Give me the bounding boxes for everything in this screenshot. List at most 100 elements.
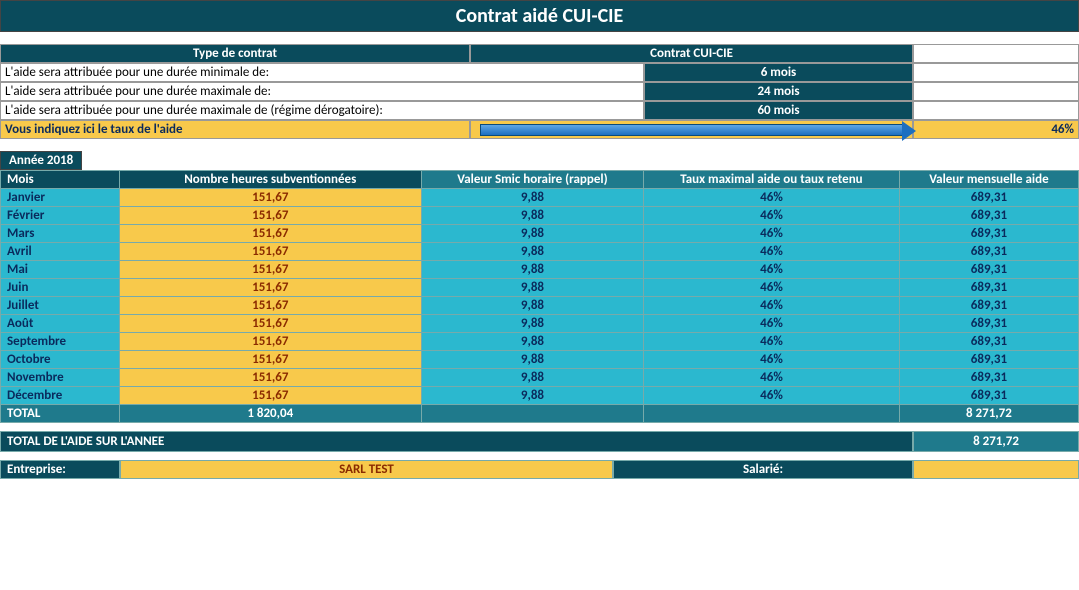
smic-cell: 9,88 bbox=[421, 297, 643, 315]
table-row: Août151,679,8846%689,31 bbox=[1, 315, 1079, 333]
month-cell: Mars bbox=[1, 225, 120, 243]
table-row: Février151,679,8846%689,31 bbox=[1, 207, 1079, 225]
year-badge: Année 2018 bbox=[0, 151, 82, 170]
smic-cell: 9,88 bbox=[421, 225, 643, 243]
table-row: Janvier151,679,8846%689,31 bbox=[1, 189, 1079, 207]
durees-section: L'aide sera attribuée pour une durée min… bbox=[0, 63, 1079, 120]
arrow-icon bbox=[470, 120, 913, 139]
total-valeur: 8 271,72 bbox=[899, 405, 1078, 423]
taux-input[interactable]: 46% bbox=[913, 120, 1079, 139]
valeur-cell: 689,31 bbox=[899, 297, 1078, 315]
heures-cell: 151,67 bbox=[119, 333, 421, 351]
heures-cell: 151,67 bbox=[119, 279, 421, 297]
col-valeur: Valeur mensuelle aide bbox=[899, 171, 1078, 189]
duree-value: 24 mois bbox=[644, 82, 913, 101]
footer-row: Entreprise: SARL TEST Salarié: bbox=[0, 460, 1079, 479]
smic-cell: 9,88 bbox=[421, 261, 643, 279]
smic-cell: 9,88 bbox=[421, 279, 643, 297]
smic-cell: 9,88 bbox=[421, 243, 643, 261]
month-cell: Janvier bbox=[1, 189, 120, 207]
col-taux: Taux maximal aide ou taux retenu bbox=[644, 171, 900, 189]
total-annee-label: TOTAL DE L'AIDE SUR L'ANNEE bbox=[0, 431, 913, 452]
table-header-row: Mois Nombre heures subventionnées Valeur… bbox=[1, 171, 1079, 189]
document-root: Contrat aidé CUI-CIE Type de contrat Con… bbox=[0, 0, 1079, 479]
taux-cell: 46% bbox=[644, 315, 900, 333]
entreprise-input[interactable]: SARL TEST bbox=[120, 460, 613, 479]
month-cell: Août bbox=[1, 315, 120, 333]
duree-row: L'aide sera attribuée pour une durée min… bbox=[0, 63, 1079, 82]
total-heures: 1 820,04 bbox=[119, 405, 421, 423]
heures-cell: 151,67 bbox=[119, 261, 421, 279]
table-row: Juin151,679,8846%689,31 bbox=[1, 279, 1079, 297]
taux-row: Vous indiquez ici le taux de l'aide 46% bbox=[0, 120, 1079, 139]
table-row: Mai151,679,8846%689,31 bbox=[1, 261, 1079, 279]
heures-cell: 151,67 bbox=[119, 315, 421, 333]
month-cell: Novembre bbox=[1, 369, 120, 387]
smic-cell: 9,88 bbox=[421, 189, 643, 207]
entreprise-label: Entreprise: bbox=[0, 460, 120, 479]
filler-cell bbox=[913, 63, 1079, 82]
salarie-label: Salarié: bbox=[613, 460, 913, 479]
total-empty bbox=[421, 405, 643, 423]
duree-value: 60 mois bbox=[644, 101, 913, 120]
smic-cell: 9,88 bbox=[421, 351, 643, 369]
taux-cell: 46% bbox=[644, 189, 900, 207]
heures-cell: 151,67 bbox=[119, 207, 421, 225]
aid-table: Mois Nombre heures subventionnées Valeur… bbox=[0, 170, 1079, 423]
duree-label: L'aide sera attribuée pour une durée min… bbox=[0, 63, 644, 82]
taux-cell: 46% bbox=[644, 297, 900, 315]
smic-cell: 9,88 bbox=[421, 315, 643, 333]
valeur-cell: 689,31 bbox=[899, 207, 1078, 225]
heures-cell: 151,67 bbox=[119, 369, 421, 387]
filler-cell bbox=[913, 101, 1079, 120]
taux-cell: 46% bbox=[644, 351, 900, 369]
taux-cell: 46% bbox=[644, 369, 900, 387]
valeur-cell: 689,31 bbox=[899, 261, 1078, 279]
col-type-contrat: Type de contrat bbox=[0, 44, 470, 63]
filler-cell bbox=[913, 82, 1079, 101]
duree-label: L'aide sera attribuée pour une durée max… bbox=[0, 82, 644, 101]
heures-cell: 151,67 bbox=[119, 297, 421, 315]
total-annee-value: 8 271,72 bbox=[913, 431, 1079, 452]
taux-cell: 46% bbox=[644, 225, 900, 243]
table-row: Octobre151,679,8846%689,31 bbox=[1, 351, 1079, 369]
salarie-input[interactable] bbox=[913, 460, 1079, 479]
col-heures: Nombre heures subventionnées bbox=[119, 171, 421, 189]
header-row: Type de contrat Contrat CUI-CIE bbox=[0, 44, 1079, 63]
month-cell: Décembre bbox=[1, 387, 120, 405]
page-title: Contrat aidé CUI-CIE bbox=[0, 0, 1079, 32]
heures-cell: 151,67 bbox=[119, 351, 421, 369]
heures-cell: 151,67 bbox=[119, 225, 421, 243]
duree-label: L'aide sera attribuée pour une durée max… bbox=[0, 101, 644, 120]
month-cell: Septembre bbox=[1, 333, 120, 351]
smic-cell: 9,88 bbox=[421, 369, 643, 387]
smic-cell: 9,88 bbox=[421, 333, 643, 351]
heures-cell: 151,67 bbox=[119, 189, 421, 207]
table-row: Novembre151,679,8846%689,31 bbox=[1, 369, 1079, 387]
filler-cell bbox=[913, 44, 1079, 63]
month-cell: Octobre bbox=[1, 351, 120, 369]
col-smic: Valeur Smic horaire (rappel) bbox=[421, 171, 643, 189]
total-row: TOTAL 1 820,04 8 271,72 bbox=[1, 405, 1079, 423]
table-row: Décembre151,679,8846%689,31 bbox=[1, 387, 1079, 405]
taux-cell: 46% bbox=[644, 261, 900, 279]
table-row: Avril151,679,8846%689,31 bbox=[1, 243, 1079, 261]
valeur-cell: 689,31 bbox=[899, 315, 1078, 333]
heures-cell: 151,67 bbox=[119, 387, 421, 405]
heures-cell: 151,67 bbox=[119, 243, 421, 261]
valeur-cell: 689,31 bbox=[899, 333, 1078, 351]
valeur-cell: 689,31 bbox=[899, 225, 1078, 243]
col-contrat: Contrat CUI-CIE bbox=[470, 44, 913, 63]
valeur-cell: 689,31 bbox=[899, 279, 1078, 297]
duree-value: 6 mois bbox=[644, 63, 913, 82]
duree-row: L'aide sera attribuée pour une durée max… bbox=[0, 82, 1079, 101]
valeur-cell: 689,31 bbox=[899, 369, 1078, 387]
month-cell: Juin bbox=[1, 279, 120, 297]
table-row: Mars151,679,8846%689,31 bbox=[1, 225, 1079, 243]
total-empty bbox=[644, 405, 900, 423]
valeur-cell: 689,31 bbox=[899, 351, 1078, 369]
table-row: Septembre151,679,8846%689,31 bbox=[1, 333, 1079, 351]
taux-cell: 46% bbox=[644, 207, 900, 225]
smic-cell: 9,88 bbox=[421, 207, 643, 225]
taux-cell: 46% bbox=[644, 279, 900, 297]
